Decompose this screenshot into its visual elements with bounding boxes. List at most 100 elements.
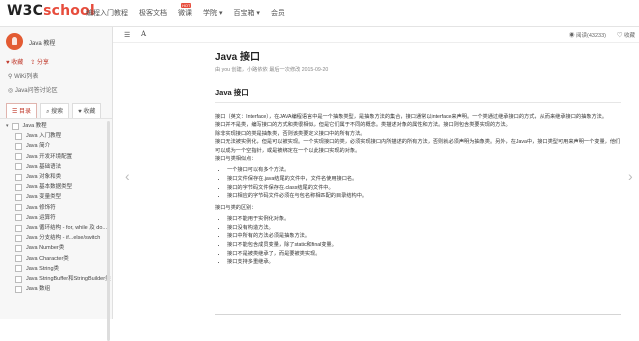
toc-item[interactable]: Java 分支结构 - if...else/switch [15, 233, 112, 243]
qa-forum-link[interactable]: ◎ Java问答讨论区 [8, 85, 58, 94]
section-title: Java 接口 [215, 88, 249, 97]
checkbox-icon[interactable] [11, 122, 19, 130]
toc-item-label: Java 变量类型 [26, 194, 62, 201]
expand-icon[interactable]: ▾ [6, 121, 9, 131]
checkbox-icon[interactable] [15, 153, 22, 161]
article: Java 接口 由 you 创建，小路依依 最后一次修改 2015-09-20 … [215, 44, 621, 270]
next-page-icon[interactable]: › [628, 168, 633, 184]
list-item: 一个接口可以有多个方法。 [227, 166, 621, 175]
hot-badge: HOT [181, 3, 192, 8]
checkbox-icon[interactable] [15, 245, 22, 253]
toc-item-label: Java StringBuffer和StringBuilder类 [26, 276, 111, 283]
toc-item[interactable]: Java 入门教程 [15, 131, 112, 141]
paragraph: 除非实现接口的类是抽象类，否则该类要定义接口中的所有方法。 [215, 130, 366, 137]
book-title[interactable]: Java 教程 [29, 38, 55, 47]
nav-item-member[interactable]: 会员 [271, 8, 285, 18]
checkbox-icon[interactable] [15, 265, 22, 273]
toc-item[interactable]: Java 循环结构 - for, while 及 do... [15, 223, 112, 233]
prev-page-icon[interactable]: ‹ [125, 168, 130, 184]
toc-item-label: Java 简介 [26, 143, 51, 150]
book-actions: ♥ 收藏 ⇪ 分享 [6, 57, 49, 66]
toc-item-label: Java 对象和类 [26, 174, 62, 181]
nav-item-intro[interactable]: 编程入门教程 [86, 8, 128, 18]
page-title: Java 接口 [215, 52, 261, 63]
toc-item[interactable]: Java 修饰符 [15, 203, 112, 213]
site-logo[interactable]: W3Cschool [7, 3, 95, 19]
toc-item[interactable]: Java 数组 [15, 284, 112, 294]
tab-toc[interactable]: ☰ 目录 [6, 103, 38, 119]
list-item: 接口相应的字节码文件必须在与包名称相匹配的目录结构中。 [227, 192, 621, 201]
toc-item[interactable]: Java 运算符 [15, 213, 112, 223]
checkbox-icon[interactable] [15, 224, 22, 232]
checkbox-icon[interactable] [15, 173, 22, 181]
list-item: 接口支持多重继承。 [227, 258, 621, 267]
nav-item-docs[interactable]: 极客文档 [139, 8, 167, 18]
book-avatar-icon [6, 33, 23, 50]
toc-item[interactable]: Java String类 [15, 264, 112, 274]
divider [215, 314, 621, 315]
sidebar-scrollbar[interactable] [107, 121, 110, 341]
list-item: 接口没有构造方法。 [227, 224, 621, 233]
divider [215, 102, 621, 103]
main-nav: 编程入门教程 极客文档 微课 学院 ▾ 百宝箱 ▾ 会员 [86, 8, 285, 18]
checkbox-icon[interactable] [15, 204, 22, 212]
paragraph: 接口与类的区别： [215, 204, 257, 211]
toc-item[interactable]: ▾ Java 教程 [6, 121, 112, 131]
toc-item[interactable]: Java 基础语法 [15, 162, 112, 172]
toc-item[interactable]: Java 开发环境配置 [15, 152, 112, 162]
toc-item[interactable]: Java StringBuffer和StringBuilder类 [15, 274, 112, 284]
nav-item-toolbox[interactable]: 百宝箱 ▾ [233, 8, 259, 18]
list-item: 接口文件保存在.java结尾的文件中，文件名使用接口名。 [227, 175, 621, 184]
checkbox-icon[interactable] [15, 255, 22, 263]
toc-item-label: Java 教程 [22, 123, 47, 129]
list-item: 接口中所有的方法必须是抽象方法。 [227, 232, 621, 241]
checkbox-icon[interactable] [15, 163, 22, 171]
list-item: 接口的字节码文件保存在.class结尾的文件中。 [227, 184, 621, 193]
collect-button[interactable]: ♡ 收藏 [617, 31, 635, 39]
menu-icon[interactable]: ☰ [124, 31, 130, 39]
article-meta: 由 you 创建，小路依依 最后一次修改 2015-09-20 [215, 67, 329, 73]
paragraph: 接口并不是类，编写接口的方式和类很相似，但是它们属于不同的概念。类描述对象的属性… [215, 122, 511, 129]
paragraph: 接口与类相似点： [215, 156, 257, 163]
toc-item-label: Java Character类 [26, 255, 69, 262]
list-item: 接口不是被类继承了，而是要被类实现。 [227, 250, 621, 259]
toc-item[interactable]: Java Number类 [15, 243, 112, 253]
wiki-list-link[interactable]: ⚲ WiKi列表 [8, 71, 38, 80]
toc-tree: ▾ Java 教程 Java 入门教程 Java 简介 Java 开发环境配置 Java … [6, 121, 112, 294]
checkbox-icon[interactable] [15, 132, 22, 140]
toc-item-label: Java 分支结构 - if...else/switch [26, 235, 101, 242]
tab-favorites[interactable]: ♥ 收藏 [72, 103, 102, 119]
list-item: 接口不能包含成员变量，除了static和final变量。 [227, 241, 621, 250]
nav-item-microclass[interactable]: 微课 [178, 8, 192, 18]
checkbox-icon[interactable] [15, 183, 22, 191]
toc-item-label: Java 基础语法 [26, 163, 62, 170]
toc-item-label: Java Number类 [26, 245, 65, 252]
paragraph: 接口无法被实例化，但是可以被实现。一个实现接口的类，必须实现接口内所描述的所有方… [215, 139, 621, 154]
toc-item-label: Java 基本数据类型 [26, 184, 73, 191]
diff-list: 接口不能用于实例化对象。接口没有构造方法。接口中所有的方法必须是抽象方法。接口不… [215, 215, 621, 267]
checkbox-icon[interactable] [15, 285, 22, 293]
list-item: 接口不能用于实例化对象。 [227, 215, 621, 224]
toc-item-label: Java String类 [26, 265, 60, 272]
toc-item[interactable]: Java 变量类型 [15, 192, 112, 202]
toc-item-label: Java 运算符 [26, 214, 56, 221]
toc-item[interactable]: Java Character类 [15, 254, 112, 264]
checkbox-icon[interactable] [15, 194, 22, 202]
top-navbar: W3Cschool 编程入门教程 极客文档 微课 学院 ▾ 百宝箱 ▾ 会员 H… [0, 0, 639, 27]
toc-item-label: Java 循环结构 - for, while 及 do... [26, 225, 107, 232]
checkbox-icon[interactable] [15, 143, 22, 150]
toc-item[interactable]: Java 对象和类 [15, 172, 112, 182]
paragraph: 接口（英文：Interface），在JAVA编程语言中是一个抽象类型，是抽象方法… [215, 114, 608, 120]
tab-search[interactable]: ⌕ 搜索 [40, 103, 70, 119]
toc-item-label: Java 开发环境配置 [26, 153, 73, 160]
toc-item-label: Java 入门教程 [26, 133, 62, 140]
nav-item-academy[interactable]: 学院 ▾ [203, 8, 222, 18]
favorite-button[interactable]: ♥ 收藏 [6, 57, 23, 66]
share-button[interactable]: ⇪ 分享 [30, 57, 49, 66]
checkbox-icon[interactable] [15, 234, 22, 242]
toc-item[interactable]: Java 基本数据类型 [15, 182, 112, 192]
toc-item[interactable]: Java 简介 [15, 141, 112, 151]
checkbox-icon[interactable] [15, 214, 22, 222]
font-size-icon[interactable]: A [141, 30, 146, 38]
checkbox-icon[interactable] [15, 275, 22, 283]
